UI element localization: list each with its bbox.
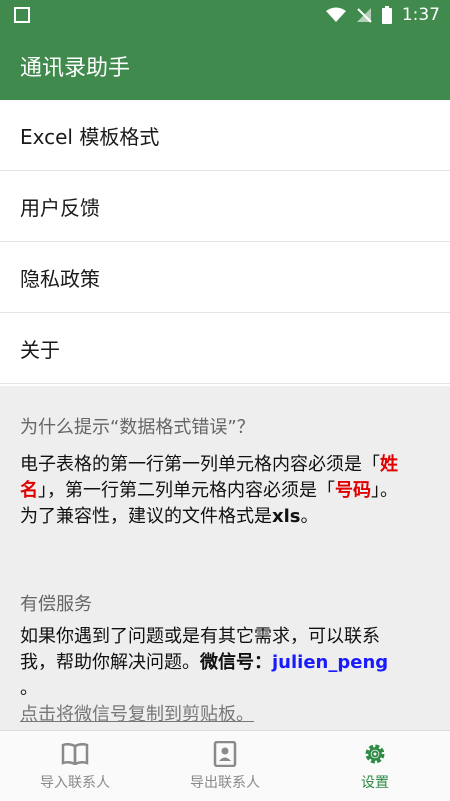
faq-body: 电子表格的第一行第一列单元格内容必须是「姓名」，第一行第二列单元格内容必须是「号… — [20, 452, 410, 530]
nav-import-contacts[interactable]: 导入联系人 — [0, 731, 150, 801]
book-icon — [61, 740, 89, 768]
nav-import-label: 导入联系人 — [40, 775, 110, 791]
status-icons: 1:37 — [325, 5, 440, 25]
status-time: 1:37 — [401, 5, 440, 25]
menu-item-about[interactable]: 关于 — [0, 313, 450, 384]
settings-menu: Excel 模板格式 用户反馈 隐私政策 关于 — [0, 100, 450, 384]
no-signal-icon — [356, 8, 372, 23]
app-notification-icon — [14, 7, 30, 23]
app-title: 通讯录助手 — [20, 56, 131, 81]
paid-service-title: 有偿服务 — [20, 594, 92, 615]
paid-service-period: 。 — [20, 678, 38, 699]
nav-settings[interactable]: 设置 — [300, 731, 450, 801]
nav-settings-label: 设置 — [361, 775, 389, 791]
app-bar: 通讯录助手 — [0, 32, 450, 100]
status-bar: 1:37 — [0, 0, 450, 32]
wechat-label: 微信号： — [200, 652, 272, 673]
faq-title: 为什么提示“数据格式错误”？ — [20, 417, 255, 438]
contact-card-icon — [213, 740, 237, 768]
menu-item-feedback[interactable]: 用户反馈 — [0, 171, 450, 242]
info-panel: 为什么提示“数据格式错误”？ 电子表格的第一行第一列单元格内容必须是「姓名」，第… — [0, 386, 450, 730]
menu-item-excel-template[interactable]: Excel 模板格式 — [0, 100, 450, 171]
faq-field-phone: 号码 — [335, 480, 371, 501]
nav-export-label: 导出联系人 — [190, 775, 260, 791]
nav-export-contacts[interactable]: 导出联系人 — [150, 731, 300, 801]
copy-wechat-link[interactable]: 点击将微信号复制到剪贴板。 — [20, 704, 254, 725]
menu-item-privacy-policy[interactable]: 隐私政策 — [0, 242, 450, 313]
faq-text-4: 。 — [300, 506, 319, 527]
faq-file-ext: xls — [272, 506, 301, 527]
bottom-navigation: 导入联系人 导出联系人 设置 — [0, 730, 450, 801]
battery-icon — [381, 6, 392, 24]
faq-text-1: 电子表格的第一行第一列单元格内容必须是「 — [20, 454, 380, 475]
gear-icon — [362, 740, 388, 768]
paid-service-body: 如果你遇到了问题或是有其它需求，可以联系我，帮助你解决问题。微信号：julien… — [20, 624, 410, 728]
faq-text-2: 」，第一行第二列单元格内容必须是「 — [38, 480, 335, 501]
wechat-id: julien_peng — [272, 652, 389, 673]
wifi-icon — [325, 7, 346, 22]
